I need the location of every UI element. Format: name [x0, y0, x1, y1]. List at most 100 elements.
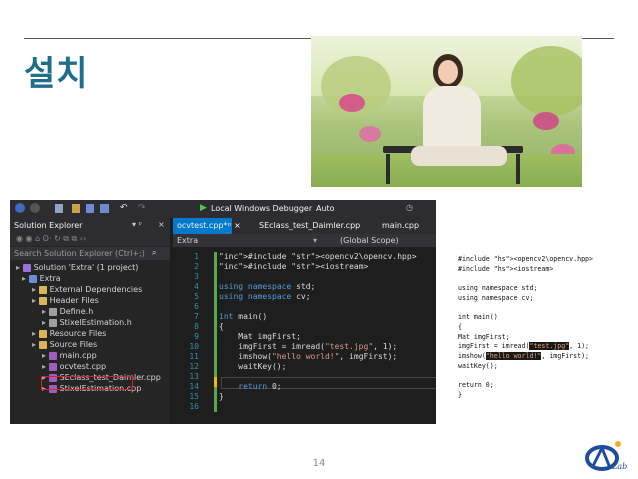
solution-item[interactable]: ▸ StixelEstimation.h — [42, 317, 132, 328]
code-line[interactable]: imshow("hello world!", imgFirst); — [219, 352, 397, 361]
solution-item[interactable]: ▸ Define.h — [42, 306, 93, 317]
snippet-line: #include "hs"><opencv2\opencv.hpp> — [458, 255, 593, 263]
line-number: 12 — [189, 362, 199, 371]
search-icon[interactable]: ⌕ — [152, 248, 156, 258]
solution-icon — [22, 263, 31, 272]
chevron-right-icon[interactable]: ▸ — [22, 274, 29, 283]
chevron-right-icon[interactable]: ▸ — [32, 296, 39, 305]
toolbar: ↶ ↷ ▶ Local Windows Debugger Auto ◷ — [10, 200, 436, 218]
chevron-down-icon: ▾ — [313, 236, 318, 245]
chevron-right-icon[interactable]: ▸ — [42, 318, 49, 327]
solution-item-label: StixelEstimation.h — [59, 318, 132, 327]
project-scope-dropdown[interactable]: Extra — [177, 236, 198, 245]
solution-search-box[interactable]: Search Solution Explorer (Ctrl+;) ⌕ — [10, 247, 170, 260]
save-icon[interactable] — [86, 204, 94, 213]
solution-item[interactable]: ▸ External Dependencies — [32, 284, 142, 295]
new-item-icon[interactable] — [55, 204, 63, 213]
snippet-line — [458, 371, 593, 381]
line-number: 15 — [189, 392, 199, 401]
solution-item[interactable]: ▸ Header Files — [32, 295, 99, 306]
undo-icon[interactable]: ↶ — [120, 203, 128, 213]
line-number: 2 — [194, 262, 199, 271]
tab-ocvtest[interactable]: ocvtest.cpp* — [173, 218, 232, 234]
code-line[interactable]: int main() — [219, 312, 267, 321]
solution-item-label: Source Files — [49, 340, 98, 349]
folder-icon — [38, 340, 47, 349]
tab-main[interactable]: main.cpp — [378, 218, 423, 234]
tab-seclass[interactable]: SEclass_test_Daimler.cpp — [255, 218, 364, 234]
code-line[interactable]: waitKey(); — [219, 362, 286, 371]
settings-icon[interactable]: ◷ — [406, 203, 413, 212]
chevron-right-icon[interactable]: ▸ — [42, 351, 49, 360]
solution-item[interactable]: ▸ Solution 'Extra' (1 project) — [16, 262, 138, 273]
chevron-right-icon[interactable]: ▸ — [16, 263, 23, 272]
line-number: 13 — [189, 372, 199, 381]
snippet-line: } — [458, 390, 462, 399]
line-number: 3 — [194, 272, 199, 281]
global-scope-dropdown[interactable]: (Global Scope) — [340, 236, 399, 245]
line-number: 16 — [189, 402, 199, 411]
back-icon[interactable] — [15, 203, 25, 213]
start-debug-icon[interactable]: ▶ — [200, 203, 207, 213]
solution-item[interactable]: ▸ Source Files — [32, 339, 97, 350]
line-number: 8 — [194, 322, 199, 331]
code-line[interactable]: return 0; — [219, 382, 281, 391]
open-icon[interactable] — [72, 204, 80, 213]
pin-icon[interactable]: ▾ ᵖ — [132, 220, 142, 229]
solution-item-label: Resource Files — [49, 329, 107, 338]
line-number: 10 — [189, 342, 199, 351]
line-number: 6 — [194, 302, 199, 311]
snippet-line: return 0; — [458, 381, 494, 390]
chevron-right-icon[interactable]: ▸ — [32, 285, 39, 294]
chevron-right-icon[interactable]: ▸ — [32, 340, 39, 349]
code-line[interactable]: } — [219, 392, 224, 401]
solution-item-label: Header Files — [49, 296, 99, 305]
editor-tabs: ocvtest.cpp* ᵖ × SEclass_test_Daimler.cp… — [173, 218, 436, 234]
solution-item[interactable]: ▸ ocvtest.cpp — [42, 361, 106, 372]
code-line[interactable]: Mat imgFirst; — [219, 332, 301, 341]
code-line[interactable]: "inc">#include "str"><opencv2\opencv.hpp… — [219, 252, 417, 261]
search-input[interactable]: Search Solution Explorer (Ctrl+;) — [14, 249, 145, 258]
snippet-line: using namespace cv; — [458, 293, 534, 302]
solution-item-label: ocvtest.cpp — [59, 362, 107, 371]
solution-item-label: External Dependencies — [49, 285, 143, 294]
solution-item-label: Define.h — [59, 307, 94, 316]
page-number: 14 — [312, 458, 326, 469]
config-dropdown[interactable]: Auto — [316, 204, 335, 213]
snippet-line: imshow("hello world!", imgFirst); — [458, 352, 590, 361]
chevron-right-icon[interactable]: ▸ — [42, 362, 49, 371]
redo-icon[interactable]: ↷ — [138, 203, 146, 213]
slide-title: 설치 — [24, 54, 89, 94]
forward-icon[interactable] — [30, 203, 40, 213]
folder-icon — [38, 285, 47, 294]
solution-explorer-header: Solution Explorer ▾ ᵖ × — [10, 218, 170, 232]
snippet-line: { — [458, 322, 462, 331]
code-line[interactable]: "inc">#include "str"><iostream> — [219, 262, 368, 271]
code-line[interactable]: using namespace std; — [219, 282, 315, 291]
code-line[interactable]: { — [219, 322, 224, 331]
code-line[interactable]: using namespace cv; — [219, 292, 311, 301]
line-number: 5 — [194, 292, 199, 301]
back-icon[interactable]: ◉ ◉ ⌂ ʘ· ↻ ⧉ ⧉ ‹› — [16, 234, 86, 244]
save-all-icon[interactable] — [100, 204, 109, 213]
solution-item-label: Solution 'Extra' (1 project) — [33, 263, 139, 272]
debugger-button[interactable]: Local Windows Debugger — [211, 204, 312, 213]
logo-text: Lab — [612, 462, 628, 471]
solution-item[interactable]: ▸ Extra — [22, 273, 61, 284]
chevron-right-icon[interactable]: ▸ — [32, 329, 39, 338]
header-file-icon — [48, 307, 57, 316]
snippet-line: #include "hs"><iostream> — [458, 264, 554, 273]
code-editor[interactable]: 1 "inc">#include "str"><opencv2\opencv.hp… — [173, 247, 436, 424]
chevron-right-icon[interactable]: ▸ — [42, 307, 49, 316]
snippet-line: imgFirst = imread("test.jpg", 1); — [458, 342, 590, 351]
solution-item[interactable]: ▸ main.cpp — [42, 350, 97, 361]
snippet-line — [458, 304, 593, 314]
pin-icon[interactable]: ᵖ × — [228, 221, 241, 230]
header-file-icon — [48, 318, 57, 327]
code-line[interactable]: imgFirst = imread("test.jpg", 1); — [219, 342, 397, 351]
snippet-line: int main() — [458, 313, 498, 322]
close-icon[interactable]: × — [158, 220, 165, 229]
code-snippet: #include "hs"><opencv2\opencv.hpp> #inclu… — [458, 255, 593, 401]
solution-item[interactable]: ▸ Resource Files — [32, 328, 106, 339]
line-number: 11 — [189, 352, 199, 361]
